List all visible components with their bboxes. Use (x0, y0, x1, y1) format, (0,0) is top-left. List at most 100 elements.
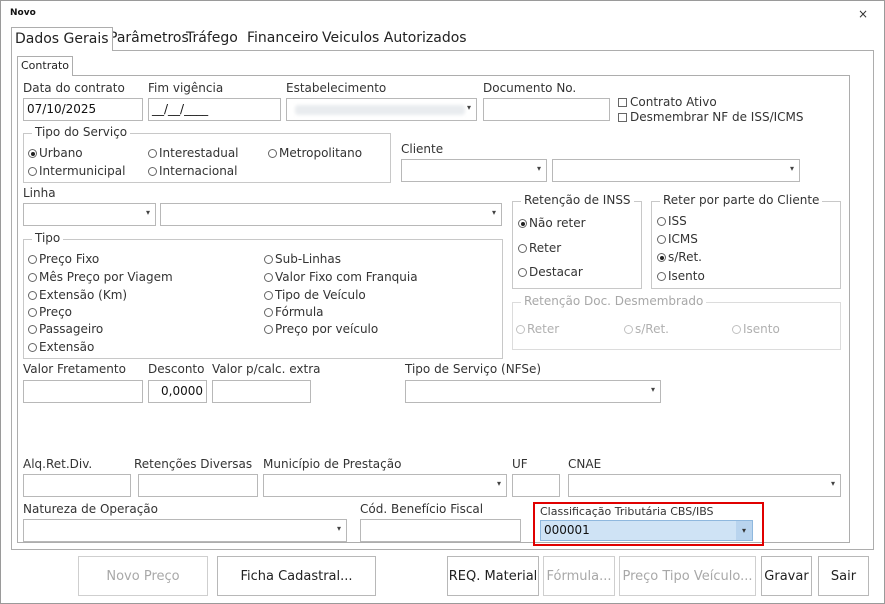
gravar-button[interactable]: Gravar (761, 556, 812, 596)
radio-formula[interactable]: Fórmula (264, 305, 324, 319)
ficha-cadastral-button[interactable]: Ficha Cadastral... (217, 556, 376, 596)
radio-icon[interactable] (28, 273, 37, 282)
desmembrar-nf-checkbox[interactable]: Desmembrar NF de ISS/ICMS (618, 110, 804, 124)
radio-preco-fixo[interactable]: Preço Fixo (28, 252, 99, 266)
radio-icon[interactable] (148, 149, 157, 158)
radio-mes-preco-viagem[interactable]: Mês Preço por Viagem (28, 270, 173, 284)
radio-icon[interactable] (657, 217, 666, 226)
alq-ret-div-input[interactable] (23, 474, 131, 497)
radio-internacional[interactable]: Internacional (148, 164, 237, 178)
radio-icon[interactable] (148, 167, 157, 176)
cliente-code-combo[interactable]: ▾ (401, 159, 547, 182)
novo-preco-button[interactable]: Novo Preço (78, 556, 208, 596)
valor-calc-extra-input[interactable] (212, 380, 311, 403)
data-contrato-label: Data do contrato (23, 81, 125, 95)
tab-contrato[interactable]: Contrato (17, 56, 74, 76)
radio-intermunicipal[interactable]: Intermunicipal (28, 164, 125, 178)
dropdown-arrow-icon[interactable]: ▾ (146, 208, 150, 217)
dropdown-arrow-icon[interactable]: ▾ (492, 208, 496, 217)
tab-financeiro[interactable]: Financeiro (244, 27, 321, 51)
radio-s-ret[interactable]: s/Ret. (657, 250, 702, 264)
linha-name-combo[interactable]: ▾ (160, 203, 502, 226)
checkbox-icon[interactable] (618, 98, 627, 107)
dropdown-arrow-icon[interactable]: ▾ (467, 103, 471, 112)
radio-selected-icon[interactable] (518, 219, 527, 228)
dropdown-arrow-icon[interactable]: ▾ (831, 479, 835, 488)
documento-no-input[interactable] (483, 98, 610, 121)
desconto-input[interactable]: 0,0000 (148, 380, 207, 403)
radio-tipo-veiculo[interactable]: Tipo de Veículo (264, 288, 366, 302)
radio-selected-icon[interactable] (28, 149, 37, 158)
cnae-combo[interactable]: ▾ (568, 474, 841, 497)
tab-veiculos-autorizados[interactable]: Veiculos Autorizados (319, 27, 470, 51)
data-contrato-input[interactable]: 07/10/2025 (23, 98, 143, 121)
radio-icon[interactable] (657, 235, 666, 244)
radio-reter[interactable]: Reter (518, 241, 561, 255)
radio-destacar[interactable]: Destacar (518, 265, 583, 279)
linha-code-combo[interactable]: ▾ (23, 203, 156, 226)
radio-extensao-km[interactable]: Extensão (Km) (28, 288, 127, 302)
radio-icon[interactable] (264, 325, 273, 334)
radio-passageiro[interactable]: Passageiro (28, 322, 103, 336)
formula-button[interactable]: Fórmula... (543, 556, 615, 596)
tab-parametros[interactable]: Parâmetros (106, 27, 192, 51)
classificacao-tributaria-combo[interactable]: 000001 ▾ (540, 520, 753, 541)
dropdown-arrow-icon[interactable]: ▾ (790, 164, 794, 173)
retencoes-diversas-input[interactable] (138, 474, 258, 497)
radio-valor-fixo-franquia[interactable]: Valor Fixo com Franquia (264, 270, 418, 284)
checkbox-icon[interactable] (618, 113, 627, 122)
radio-icon[interactable] (28, 343, 37, 352)
radio-icon[interactable] (28, 325, 37, 334)
municipio-prestacao-combo[interactable]: ▾ (263, 474, 507, 497)
estabelecimento-combo[interactable]: ▾ (286, 98, 477, 121)
radio-sub-linhas[interactable]: Sub-Linhas (264, 252, 341, 266)
radio-urbano[interactable]: Urbano (28, 146, 83, 160)
dropdown-arrow-icon[interactable]: ▾ (736, 521, 752, 540)
classificacao-tributaria-value: 000001 (544, 523, 590, 537)
uf-input[interactable] (512, 474, 560, 497)
tipo-servico-nfse-combo[interactable]: ▾ (405, 380, 661, 403)
dropdown-arrow-icon[interactable]: ▾ (497, 479, 501, 488)
radio-extensao[interactable]: Extensão (28, 340, 94, 354)
radio-icon[interactable] (28, 167, 37, 176)
radio-interestadual[interactable]: Interestadual (148, 146, 239, 160)
tab-trafego[interactable]: Tráfego (183, 27, 241, 51)
dropdown-arrow-icon[interactable]: ▾ (337, 524, 341, 533)
radio-icon[interactable] (264, 273, 273, 282)
reter-cliente-title: Reter por parte do Cliente (660, 193, 823, 207)
radio-isento[interactable]: Isento (657, 269, 705, 283)
radio-iss[interactable]: ISS (657, 214, 687, 228)
radio-selected-icon[interactable] (657, 253, 666, 262)
radio-icon[interactable] (28, 308, 37, 317)
radio-icon[interactable] (268, 149, 277, 158)
radio-icon[interactable] (264, 255, 273, 264)
tab-dados-gerais[interactable]: Dados Gerais (11, 27, 113, 51)
dropdown-arrow-icon[interactable]: ▾ (537, 164, 541, 173)
retencao-doc-group: Retenção Doc. Desmembrado (512, 294, 841, 350)
close-icon[interactable]: × (858, 7, 868, 21)
radio-icon[interactable] (28, 291, 37, 300)
radio-preco-por-veiculo[interactable]: Preço por veículo (264, 322, 378, 336)
sair-button[interactable]: Sair (818, 556, 869, 596)
radio-nao-reter[interactable]: Não reter (518, 216, 586, 230)
preco-tipo-veiculo-button[interactable]: Preço Tipo Veículo... (619, 556, 756, 596)
fim-vigencia-input[interactable]: __/__/____ (148, 98, 281, 121)
radio-icon[interactable] (657, 272, 666, 281)
classificacao-tributaria-label: Classificação Tributária CBS/IBS (540, 505, 714, 518)
radio-icms[interactable]: ICMS (657, 232, 698, 246)
valor-fretamento-input[interactable] (23, 380, 143, 403)
radio-icon[interactable] (518, 244, 527, 253)
cod-beneficio-fiscal-input[interactable] (360, 519, 521, 542)
radio-preco[interactable]: Preço (28, 305, 72, 319)
radio-icon[interactable] (264, 291, 273, 300)
radio-metropolitano[interactable]: Metropolitano (268, 146, 362, 160)
tipo-title: Tipo (32, 231, 64, 245)
req-material-button[interactable]: REQ. Material (447, 556, 539, 596)
dropdown-arrow-icon[interactable]: ▾ (651, 385, 655, 394)
radio-icon[interactable] (28, 255, 37, 264)
radio-icon[interactable] (518, 268, 527, 277)
radio-icon[interactable] (264, 308, 273, 317)
contrato-ativo-checkbox[interactable]: Contrato Ativo (618, 95, 717, 109)
cliente-name-combo[interactable]: ▾ (552, 159, 800, 182)
natureza-operacao-combo[interactable]: ▾ (23, 519, 347, 542)
